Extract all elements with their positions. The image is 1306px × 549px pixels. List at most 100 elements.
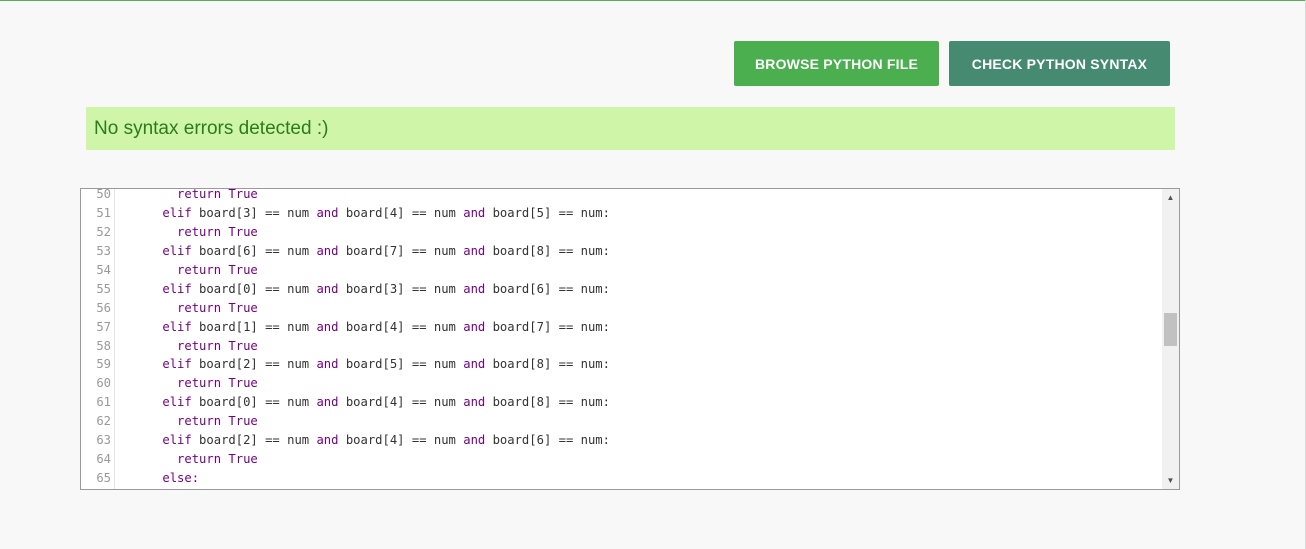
- editor-scrollbar[interactable]: ▲ ▼: [1162, 189, 1179, 489]
- code-keyword: and: [463, 395, 486, 410]
- code-keyword: and: [316, 243, 339, 258]
- line-number: 57: [96, 319, 111, 334]
- syntax-status-banner: No syntax errors detected :): [86, 107, 1175, 150]
- code-text: return True: [133, 189, 258, 204]
- code-token: board[5] == num:: [485, 205, 610, 220]
- code-line[interactable]: 60 return True: [81, 374, 1161, 393]
- line-number: 56: [96, 300, 111, 315]
- code-token: board[4] == num: [338, 433, 464, 448]
- code-lines[interactable]: 50 return True 51 elif board[3] == num an…: [81, 188, 1161, 488]
- code-text: elif board[0] == num and board[4] == num…: [133, 393, 610, 412]
- code-text: elif board[2] == num and board[5] == num…: [133, 355, 610, 374]
- code-keyword: return True: [177, 338, 258, 353]
- line-number: 63: [96, 433, 111, 448]
- code-text: return True: [133, 261, 258, 280]
- code-keyword: elif: [162, 243, 192, 258]
- line-number: 53: [96, 243, 111, 258]
- code-line[interactable]: 51 elif board[3] == num and board[4] == …: [81, 204, 1161, 223]
- scrollbar-thumb[interactable]: [1164, 313, 1177, 346]
- scroll-down-arrow-icon[interactable]: ▼: [1162, 472, 1179, 489]
- line-number: 58: [96, 338, 111, 353]
- line-number: 50: [96, 188, 111, 201]
- code-text: return True: [133, 223, 258, 242]
- code-keyword: and: [316, 281, 339, 296]
- code-keyword: and: [463, 281, 486, 296]
- line-number: 61: [96, 395, 111, 410]
- code-token: board[0] == num: [191, 395, 317, 410]
- code-line[interactable]: 65 else:: [81, 469, 1161, 488]
- browse-python-file-button[interactable]: BROWSE PYTHON FILE: [734, 41, 939, 86]
- line-number: 64: [96, 452, 111, 467]
- line-number: 59: [96, 357, 111, 372]
- line-number: 62: [96, 414, 111, 429]
- code-token: board[4] == num: [338, 319, 464, 334]
- code-line[interactable]: 61 elif board[0] == num and board[4] == …: [81, 393, 1161, 412]
- line-number: 54: [96, 262, 111, 277]
- code-token: board[7] == num: [338, 243, 464, 258]
- code-keyword: and: [316, 319, 339, 334]
- code-token: board[0] == num: [191, 281, 317, 296]
- code-line[interactable]: 50 return True: [81, 188, 1161, 204]
- code-line[interactable]: 63 elif board[2] == num and board[4] == …: [81, 431, 1161, 450]
- code-keyword: return True: [177, 414, 258, 429]
- code-token: board[2] == num: [191, 357, 317, 372]
- code-keyword: and: [316, 395, 339, 410]
- code-token: board[8] == num:: [485, 395, 610, 410]
- code-keyword: and: [316, 357, 339, 372]
- code-keyword: and: [463, 357, 486, 372]
- scroll-up-arrow-icon[interactable]: ▲: [1162, 189, 1179, 206]
- code-token: board[5] == num: [338, 357, 464, 372]
- syntax-status-message: No syntax errors detected :): [94, 117, 329, 139]
- code-text: elif board[1] == num and board[4] == num…: [133, 318, 610, 337]
- code-keyword: elif: [162, 319, 192, 334]
- code-editor[interactable]: 50 return True 51 elif board[3] == num an…: [80, 188, 1180, 490]
- code-line[interactable]: 57 elif board[1] == num and board[4] == …: [81, 318, 1161, 337]
- code-line[interactable]: 54 return True: [81, 261, 1161, 280]
- code-token: board[6] == num:: [485, 281, 610, 296]
- code-token: board[1] == num: [191, 319, 317, 334]
- code-line[interactable]: 58 return True: [81, 337, 1161, 356]
- code-line[interactable]: 56 return True: [81, 299, 1161, 318]
- code-line[interactable]: 64 return True: [81, 450, 1161, 469]
- line-number: 51: [96, 205, 111, 220]
- code-token: board[3] == num: [338, 281, 464, 296]
- code-keyword: return True: [177, 452, 258, 467]
- code-line[interactable]: 62 return True: [81, 412, 1161, 431]
- code-token: board[4] == num: [338, 205, 464, 220]
- code-keyword: return True: [177, 224, 258, 239]
- code-text: return True: [133, 450, 258, 469]
- code-token: board[8] == num:: [485, 357, 610, 372]
- code-keyword: and: [463, 433, 486, 448]
- check-python-syntax-button[interactable]: CHECK PYTHON SYNTAX: [949, 41, 1170, 86]
- code-line[interactable]: 53 elif board[6] == num and board[7] == …: [81, 242, 1161, 261]
- line-number: 65: [96, 471, 111, 486]
- line-number: 52: [96, 224, 111, 239]
- line-number: 60: [96, 376, 111, 391]
- code-keyword: elif: [162, 395, 192, 410]
- code-token: board[7] == num:: [485, 319, 610, 334]
- code-text: return True: [133, 337, 258, 356]
- code-text: elif board[6] == num and board[7] == num…: [133, 242, 610, 261]
- code-text: elif board[0] == num and board[3] == num…: [133, 280, 610, 299]
- code-text: elif board[2] == num and board[4] == num…: [133, 431, 610, 450]
- line-number: 55: [96, 281, 111, 296]
- code-line[interactable]: 55 elif board[0] == num and board[3] == …: [81, 280, 1161, 299]
- code-keyword: and: [316, 205, 339, 220]
- code-text: else:: [133, 469, 199, 488]
- code-line[interactable]: 59 elif board[2] == num and board[5] == …: [81, 355, 1161, 374]
- code-line[interactable]: 52 return True: [81, 223, 1161, 242]
- code-keyword: elif: [162, 357, 192, 372]
- code-token: board[8] == num:: [485, 243, 610, 258]
- code-token: board[6] == num:: [485, 433, 610, 448]
